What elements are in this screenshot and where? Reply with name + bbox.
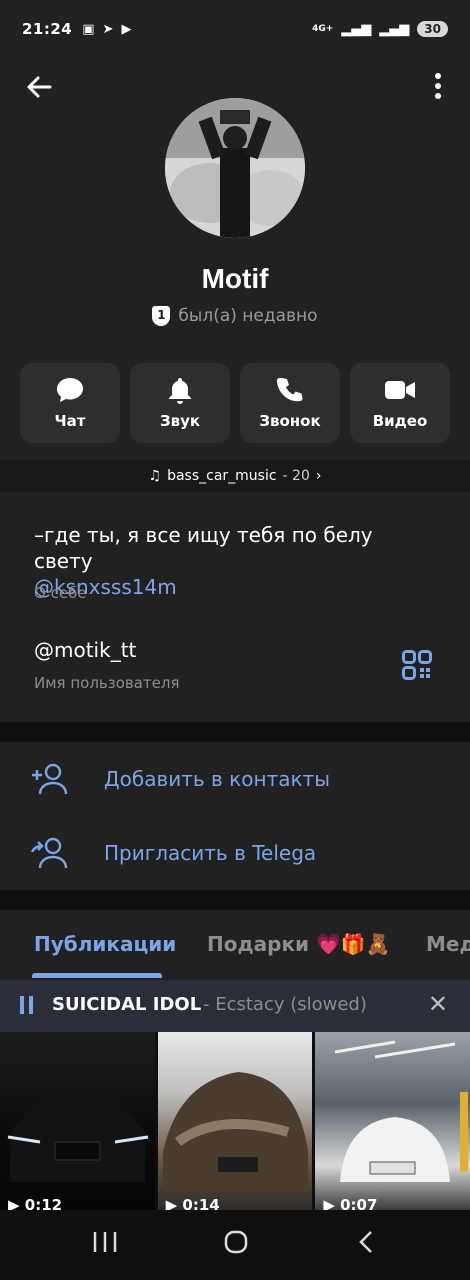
username-label: Имя пользователя [34,674,180,692]
recent-apps-icon[interactable] [92,1230,118,1261]
screenshot-icon: ▣ [82,21,95,37]
chevron-right-icon: › [315,468,322,484]
contact-actions: Добавить в контакты Пригласить в Telega [0,742,470,890]
active-tab-indicator [32,973,162,978]
back-nav-icon[interactable] [358,1230,374,1261]
signal-icon-2: ▂▄▆ [379,21,410,37]
status-bar: 21:24 ▣ ➤ ▶ 4G+ ▂▄▆ ▂▄▆ 30 [0,0,470,58]
music-note-icon: ♫ [148,468,162,484]
network-type-label: 4G+ [312,24,334,34]
invite-row[interactable]: Пригласить в Telega [0,816,470,890]
back-arrow-icon[interactable] [24,72,56,104]
sound-button[interactable]: Звук [130,363,230,443]
add-contact-label: Добавить в контакты [104,767,330,791]
add-user-icon [30,762,68,796]
track-title: SUICIDAL IDOL [52,994,202,1015]
video-thumbnail[interactable]: ▶ 0:07 [315,1032,470,1210]
content-tabs: Публикации Подарки 💗🎁🧸 Мед [0,910,470,980]
track-subtitle: - Ecstacy (slowed) [203,994,367,1015]
video-duration: ▶ 0:14 [165,1196,220,1210]
tab-gifts[interactable]: Подарки 💗🎁🧸 [207,932,391,956]
last-seen-text: был(а) недавно [178,306,318,326]
sound-label: Звук [159,412,201,430]
home-icon[interactable] [224,1230,248,1261]
video-duration: ▶ 0:12 [8,1196,63,1210]
video-thumbnail[interactable]: ▶ 0:12 [0,1032,155,1210]
bio-text: –где ты, я все ищу тебя по белу свету [34,523,373,573]
more-menu-icon[interactable] [426,72,450,104]
close-icon[interactable]: ✕ [428,990,448,1018]
pause-icon[interactable] [20,996,34,1014]
battery-indicator: 30 [417,21,448,37]
profile-name: Motif [201,263,269,294]
bio-mention-link[interactable]: @ksnxsss14m [34,574,434,600]
last-seen-status: 1 был(а) недавно [0,306,470,326]
signal-icon: ▂▄▆ [341,21,372,37]
system-icons: 4G+ ▂▄▆ ▂▄▆ 30 [312,21,448,37]
profile-info: –где ты, я все ищу тебя по белу свету @k… [0,492,470,722]
chat-button[interactable]: Чат [20,363,120,443]
bell-icon [167,376,193,404]
video-duration: ▶ 0:07 [323,1196,378,1210]
qr-code-icon[interactable] [402,650,432,680]
clock: 21:24 [22,20,73,38]
shield-badge-icon: 1 [152,306,171,326]
notification-icons: ▣ ➤ ▶ [82,22,131,37]
add-contact-row[interactable]: Добавить в контакты [0,742,470,816]
profile-header: Motif 1 был(а) недавно Чат Звук Звонок В… [0,58,470,460]
invite-label: Пригласить в Telega [104,841,317,865]
username[interactable]: @motik_tt [34,638,136,662]
telegram-icon: ➤ [102,21,114,37]
mini-player[interactable]: SUICIDAL IDOL - Ecstacy (slowed) ✕ [0,980,470,1032]
music-channel-bar[interactable]: ♫ bass_car_music - 20 › [0,460,470,492]
tab-publications[interactable]: Публикации [34,932,176,956]
music-channel-name: bass_car_music [167,468,277,484]
video-camera-icon [384,376,416,404]
video-label: Видео [372,412,428,430]
bio-label: О себе [34,584,87,602]
call-button[interactable]: Звонок [240,363,340,443]
tab-media[interactable]: Мед [426,932,470,956]
video-button[interactable]: Видео [350,363,450,443]
phone-icon [276,376,304,404]
avatar[interactable] [165,98,305,238]
action-buttons: Чат Звук Звонок Видео [20,363,450,443]
media-grid: ▶ 0:12 ▶ 0:14 ▶ 0:07 [0,1032,470,1210]
system-navigation-bar [0,1210,470,1280]
bio: –где ты, я все ищу тебя по белу свету @k… [34,522,434,600]
invite-user-icon [30,836,68,870]
chat-bubble-icon [55,376,85,404]
music-count: - 20 [282,468,310,484]
chat-label: Чат [54,412,86,430]
youtube-icon: ▶ [121,21,132,37]
call-label: Звонок [259,412,321,430]
video-thumbnail[interactable]: ▶ 0:14 [157,1032,313,1210]
